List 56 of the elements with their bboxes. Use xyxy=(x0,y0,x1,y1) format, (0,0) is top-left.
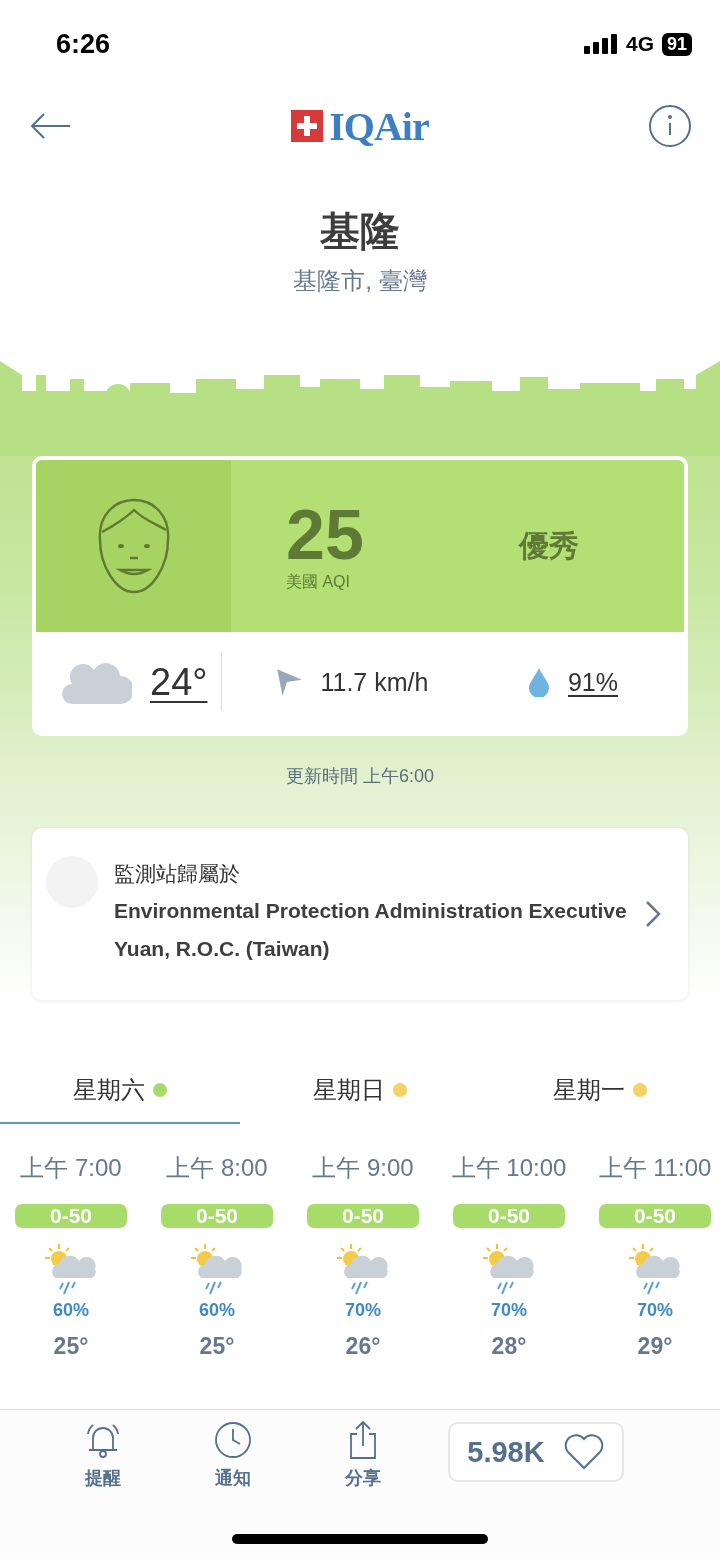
heart-icon xyxy=(562,1434,605,1470)
aqi-range-badge: 0-50 xyxy=(599,1204,711,1228)
aqi-range-badge: 0-50 xyxy=(161,1204,273,1228)
info-icon[interactable] xyxy=(648,104,692,148)
toolbar-button[interactable]: 通知 xyxy=(168,1420,298,1490)
humidity-value[interactable]: 91% xyxy=(567,667,618,697)
hour-time: 上午 8:00 xyxy=(166,1153,268,1183)
hour-temperature: 25° xyxy=(199,1333,235,1360)
hour-time: 上午 10:00 xyxy=(451,1153,567,1183)
day-tab[interactable]: 星期六 xyxy=(0,1058,240,1124)
network-label: 4G xyxy=(625,32,654,56)
station-label: 監測站歸屬於 xyxy=(114,861,241,887)
logo-text: IQAir xyxy=(329,102,429,150)
aqi-value: 25 xyxy=(286,499,364,570)
signal-icon xyxy=(583,34,618,54)
aqi-range-badge: 0-50 xyxy=(307,1204,419,1228)
rain-chance: 60% xyxy=(199,1300,235,1321)
rain-cloud-sun-icon xyxy=(189,1242,245,1296)
region-name: 基隆市, 臺灣 xyxy=(292,266,428,296)
day-tab[interactable]: 星期日 xyxy=(240,1058,480,1124)
rain-chance: 70% xyxy=(637,1300,673,1321)
wind-speed: 11.7 km/h xyxy=(320,667,429,697)
aqi-range-badge: 0-50 xyxy=(15,1204,127,1228)
hour-temperature: 26° xyxy=(345,1333,381,1360)
hour-temperature: 29° xyxy=(637,1333,673,1360)
temperature-value[interactable]: 24° xyxy=(150,660,208,704)
rain-cloud-sun-icon xyxy=(627,1242,683,1296)
clock-icon xyxy=(213,1420,253,1460)
rain-cloud-sun-icon xyxy=(43,1242,99,1296)
station-card[interactable]: 監測站歸屬於 Environmental Protection Administration Executive Yuan, R.O.C. (Taiwan) xyxy=(32,828,688,1000)
hour-time: 上午 9:00 xyxy=(312,1153,414,1183)
rain-chance: 70% xyxy=(491,1300,527,1321)
toolbar-button[interactable]: 提醒 xyxy=(38,1420,168,1490)
aqi-level-label: 優秀 xyxy=(518,527,579,564)
swiss-cross-icon xyxy=(291,110,324,142)
station-name: Environmental Protection Administration Executive Yuan, R.O.C. (Taiwan) xyxy=(114,898,628,962)
rain-cloud-sun-icon xyxy=(335,1242,391,1296)
likes-button[interactable]: 5.98K xyxy=(448,1422,624,1482)
day-tab[interactable]: 星期一 xyxy=(480,1058,720,1124)
chevron-right-icon xyxy=(644,899,662,929)
rain-chance: 70% xyxy=(345,1300,381,1321)
toolbar-button[interactable]: 分享 xyxy=(298,1420,428,1490)
status-time: 6:26 xyxy=(56,28,111,60)
hour-time: 上午 7:00 xyxy=(20,1153,122,1183)
hour-temperature: 25° xyxy=(53,1333,89,1360)
city-name: 基隆 xyxy=(319,208,401,255)
update-time: 更新時間 上午6:00 xyxy=(284,765,435,788)
rain-chance: 60% xyxy=(53,1300,89,1321)
aqi-unit-label: 美國 AQI xyxy=(286,571,350,592)
back-arrow-icon[interactable] xyxy=(30,112,72,140)
water-drop-icon xyxy=(527,667,550,697)
battery-level: 91 xyxy=(661,32,692,56)
aqi-range-badge: 0-50 xyxy=(453,1204,565,1228)
hour-temperature: 28° xyxy=(491,1333,527,1360)
hour-time: 上午 11:00 xyxy=(598,1153,712,1183)
rain-cloud-sun-icon xyxy=(481,1242,537,1296)
